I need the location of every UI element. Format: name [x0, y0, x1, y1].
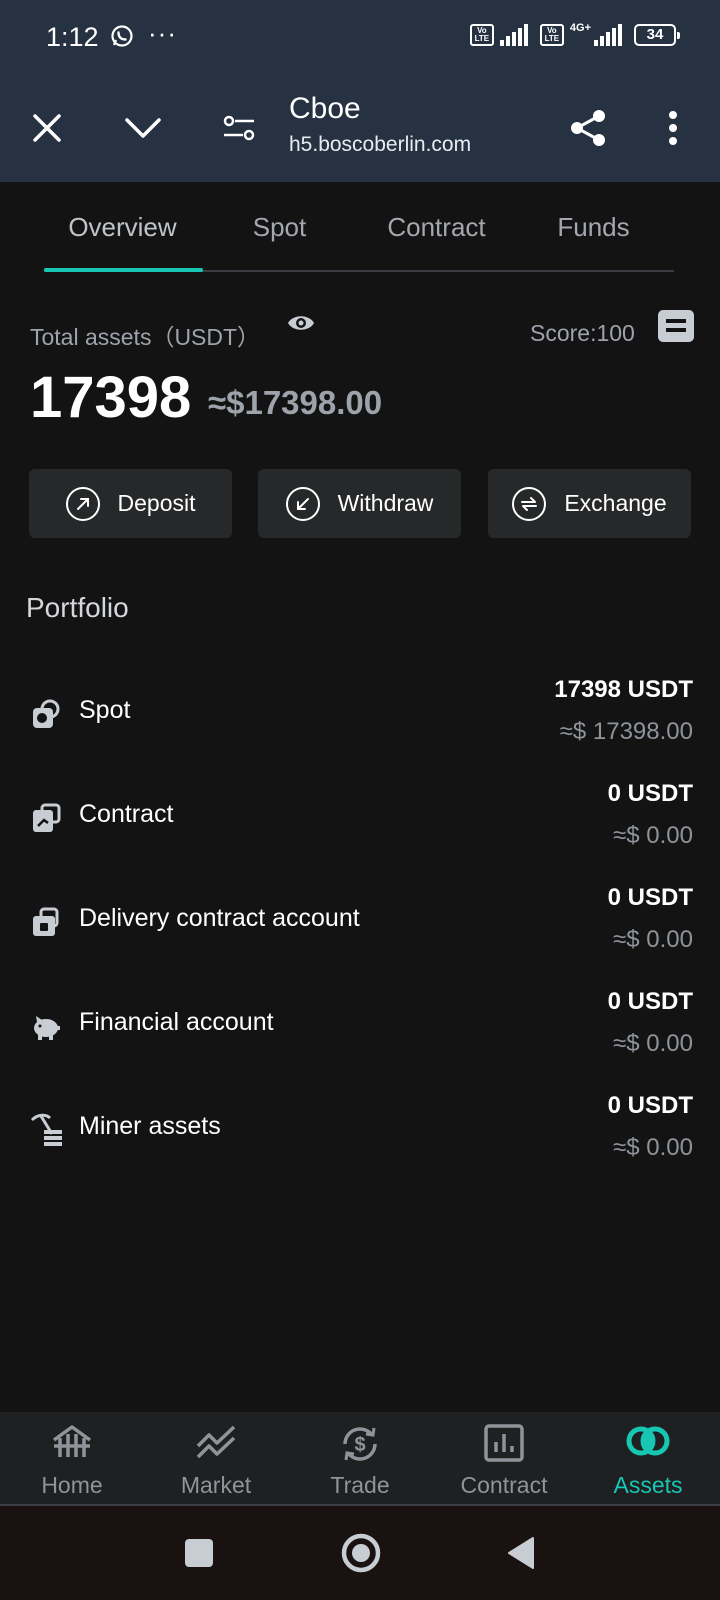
volte-icon: Vo LTE [539, 24, 564, 46]
portfolio-item-miner-assets[interactable]: Miner assets 0 USDT ≈$ 0.00 [0, 1092, 720, 1196]
svg-text:$: $ [354, 1434, 365, 1456]
eye-icon[interactable] [286, 312, 316, 339]
bar-chart-icon [484, 1424, 524, 1462]
whatsapp-icon [110, 24, 134, 53]
spot-icon [30, 698, 62, 730]
score-details-icon[interactable] [658, 310, 694, 342]
nav-trade[interactable]: $ Trade [288, 1412, 432, 1506]
asset-name: Delivery contract account [79, 904, 360, 932]
trade-dollar-icon: $ [343, 1427, 377, 1461]
asset-usd-value: ≈$ 0.00 [613, 822, 693, 849]
deposit-button[interactable]: Deposit [29, 469, 232, 538]
portfolio-title: Portfolio [26, 592, 129, 623]
asset-tabs: Overview Spot Contract Funds [44, 182, 674, 272]
asset-name: Contract [79, 800, 174, 828]
status-bar: 1:12 ··· Vo LTE Vo LTE 4G+ 34 [0, 0, 720, 78]
asset-usd-value: ≈$ 0.00 [613, 1030, 693, 1057]
market-chart-icon [196, 1425, 236, 1459]
home-button-icon[interactable] [340, 1532, 382, 1574]
asset-usd-value: ≈$ 0.00 [613, 926, 693, 953]
asset-amount: 0 USDT [607, 780, 693, 807]
close-icon[interactable] [17, 98, 77, 158]
site-settings-icon[interactable] [209, 98, 269, 158]
asset-amount: 0 USDT [607, 884, 693, 911]
nav-label: Home [41, 1472, 103, 1498]
status-indicators: Vo LTE Vo LTE 4G+ 34 [469, 22, 680, 46]
portfolio-item-spot[interactable]: Spot 17398 USDT ≈$ 17398.00 [0, 676, 720, 780]
delivery-contract-icon [30, 906, 62, 938]
asset-name: Financial account [79, 1008, 274, 1036]
tab-overview[interactable]: Overview [44, 212, 201, 243]
score-label: Score:100 [530, 320, 635, 346]
nav-label: Contract [460, 1472, 548, 1498]
more-options-icon[interactable] [643, 98, 703, 158]
total-assets-label: Total assets（USDT） [30, 324, 261, 350]
nav-market[interactable]: Market [144, 1412, 288, 1506]
exchange-label: Exchange [564, 490, 667, 516]
deposit-label: Deposit [117, 490, 196, 516]
exchange-circle-icon [512, 486, 547, 521]
battery-icon: 34 [634, 24, 680, 46]
asset-amount: 0 USDT [607, 1092, 693, 1119]
browser-header: Cboe h5.boscoberlin.com [0, 78, 720, 182]
nav-label: Trade [330, 1472, 390, 1498]
asset-amount: 17398 USDT [554, 676, 693, 703]
more-notifications-icon: ··· [148, 18, 177, 48]
assets-icon [626, 1426, 670, 1456]
chevron-down-icon[interactable] [113, 98, 173, 158]
bottom-navigation: Home Market $ Trade Contract Assets [0, 1412, 720, 1506]
signal-icon [594, 24, 622, 46]
withdraw-label: Withdraw [337, 490, 434, 516]
asset-name: Miner assets [79, 1112, 221, 1140]
network-type-label: 4G+ [569, 22, 591, 34]
tab-funds[interactable]: Funds [515, 212, 672, 243]
tab-spot[interactable]: Spot [201, 212, 358, 243]
nav-label: Market [180, 1472, 252, 1498]
nav-contract[interactable]: Contract [432, 1412, 576, 1506]
nav-home[interactable]: Home [0, 1412, 144, 1506]
share-icon[interactable] [558, 98, 618, 158]
asset-usd-value: ≈$ 17398.00 [559, 718, 693, 745]
page-url: h5.boscoberlin.com [289, 133, 472, 156]
portfolio-item-financial-account[interactable]: Financial account 0 USDT ≈$ 0.00 [0, 988, 720, 1092]
total-assets-usd: ≈$17398.00 [208, 384, 383, 421]
total-assets-value: 17398 [30, 365, 192, 430]
page-title: Cboe [289, 92, 361, 125]
withdraw-button[interactable]: Withdraw [258, 469, 461, 538]
portfolio-item-delivery-contract[interactable]: Delivery contract account 0 USDT ≈$ 0.00 [0, 884, 720, 988]
recent-apps-icon[interactable] [184, 1538, 214, 1568]
asset-usd-value: ≈$ 0.00 [613, 1134, 693, 1161]
piggy-bank-icon [30, 1010, 62, 1042]
arrow-down-left-circle-icon [285, 486, 320, 521]
portfolio-item-contract[interactable]: Contract 0 USDT ≈$ 0.00 [0, 780, 720, 884]
pickaxe-icon [30, 1112, 62, 1146]
asset-name: Spot [79, 696, 131, 724]
volte-icon: Vo LTE [469, 24, 494, 46]
tab-contract[interactable]: Contract [358, 212, 515, 243]
home-icon [52, 1425, 92, 1457]
back-icon[interactable] [506, 1536, 536, 1570]
signal-icon [499, 24, 528, 46]
contract-icon [30, 802, 62, 834]
exchange-button[interactable]: Exchange [488, 469, 691, 538]
nav-assets[interactable]: Assets [576, 1412, 720, 1506]
status-time: 1:12 [46, 22, 99, 52]
asset-amount: 0 USDT [607, 988, 693, 1015]
nav-label: Assets [613, 1472, 683, 1498]
arrow-up-right-circle-icon [65, 486, 100, 521]
system-navigation-bar [0, 1506, 720, 1600]
active-tab-indicator [44, 268, 203, 272]
